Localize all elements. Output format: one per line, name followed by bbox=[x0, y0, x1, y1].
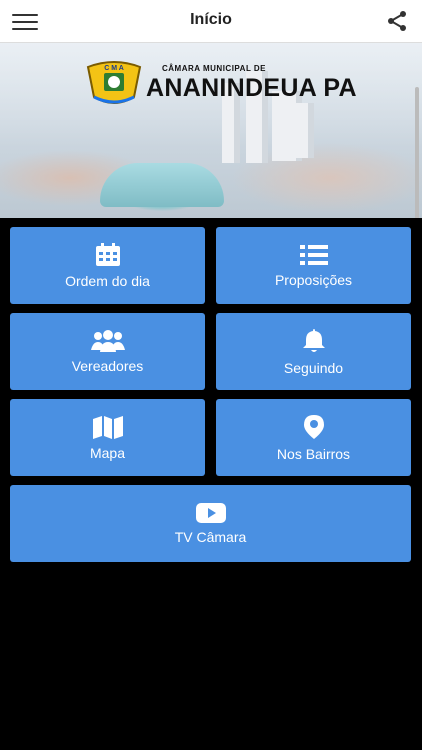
map-icon bbox=[92, 415, 123, 439]
menu-tile-ordem-do-dia[interactable]: Ordem do dia bbox=[10, 227, 205, 304]
logo-main-text: ANANINDEUA PA bbox=[146, 74, 357, 102]
menu-tile-seguindo[interactable]: Seguindo bbox=[216, 313, 411, 390]
menu-tile-vereadores[interactable]: Vereadores bbox=[10, 313, 205, 390]
menu-tile-label: Seguindo bbox=[283, 359, 344, 376]
menu-tile-proposicoes[interactable]: Proposições bbox=[216, 227, 411, 304]
logo-top-text: CÂMARA MUNICIPAL DE bbox=[162, 64, 267, 73]
logo-letters: C M A bbox=[104, 65, 124, 72]
menu-tile-label: Nos Bairros bbox=[276, 445, 351, 462]
building-shape bbox=[292, 103, 314, 158]
header-banner-image: C M A CÂMARA MUNICIPAL DE ANANINDEUA PA bbox=[0, 43, 422, 218]
menu-tile-label: Vereadores bbox=[71, 357, 144, 374]
menu-tile-label: Mapa bbox=[89, 444, 126, 461]
menu-tile-nos-bairros[interactable]: Nos Bairros bbox=[216, 399, 411, 476]
menu-tile-tv-camara[interactable]: TV Câmara bbox=[10, 485, 411, 562]
youtube-icon bbox=[195, 502, 226, 523]
chamber-logo: C M A bbox=[84, 57, 144, 109]
list-icon bbox=[299, 244, 328, 265]
map-marker-icon bbox=[303, 414, 324, 439]
stadium-dome-shape bbox=[100, 163, 224, 207]
scrollbar-thumb[interactable] bbox=[415, 87, 419, 218]
top-app-bar: Início bbox=[0, 0, 422, 43]
menu-grid: Ordem do dia Proposições Vereadores Segu… bbox=[0, 218, 422, 750]
calendar-icon bbox=[95, 242, 120, 266]
menu-tile-label: Ordem do dia bbox=[65, 272, 150, 289]
share-icon[interactable] bbox=[386, 10, 408, 32]
menu-tile-label: Proposições bbox=[274, 271, 353, 288]
bell-icon bbox=[302, 328, 325, 352]
users-icon bbox=[90, 329, 125, 352]
menu-tile-mapa[interactable]: Mapa bbox=[10, 399, 205, 476]
page-title: Início bbox=[190, 11, 232, 28]
menu-tile-label: TV Câmara bbox=[174, 528, 247, 545]
